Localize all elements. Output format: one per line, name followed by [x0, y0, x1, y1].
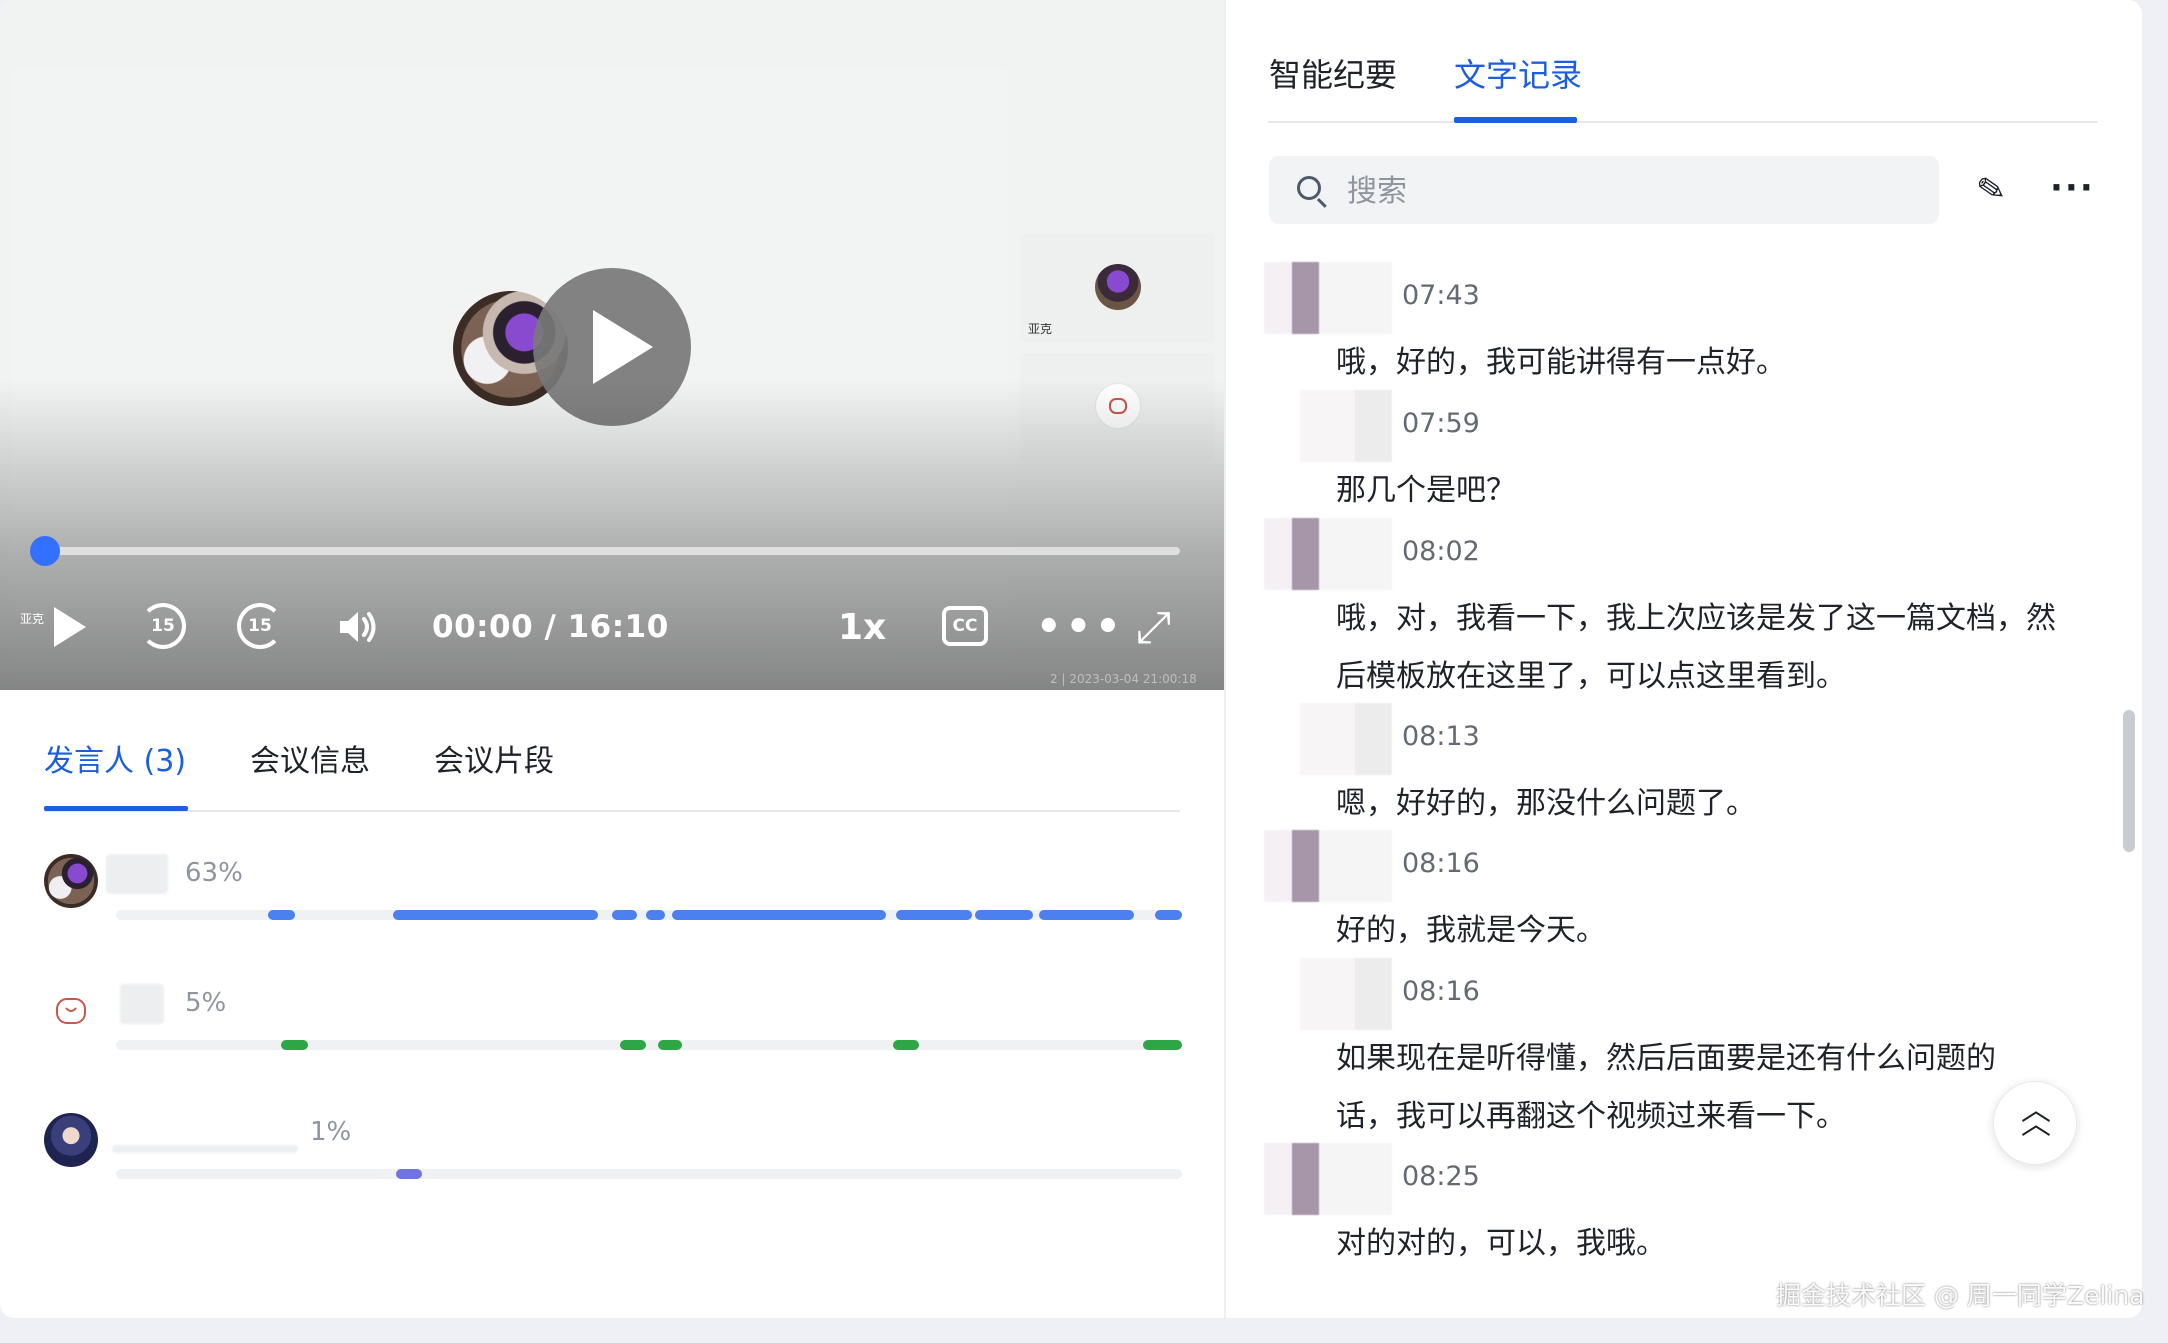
speaker-row[interactable]: 1% — [44, 1113, 1184, 1183]
entry-time[interactable]: 08:25 — [1402, 1161, 1480, 1192]
play-icon[interactable] — [48, 600, 92, 654]
entry-text: 哦，好的，我可能讲得有一点好。 — [1336, 345, 1786, 380]
more-horizontal-icon[interactable]: ··· — [2050, 168, 2094, 208]
progress-bar[interactable] — [44, 547, 1180, 555]
active-tab-indicator — [44, 806, 188, 811]
entry-text: 如果现在是听得懂，然后后面要是还有什么问题的话，我可以再翻这个视频过来看一下。 — [1336, 1041, 1996, 1134]
speaker-avatar-blurred — [1264, 518, 1392, 590]
speaker-avatar-blurred — [1300, 958, 1392, 1030]
entry-text: 嗯，好好的，那没什么问题了。 — [1336, 786, 1756, 821]
speaker-percentage: 1% — [310, 1117, 352, 1147]
more-icon[interactable]: ••• — [1036, 600, 1125, 654]
site-watermark: 掘金技术社区 @ 周一同学Zelina — [1776, 1281, 2145, 1310]
pencil-icon[interactable]: ✎ — [1971, 168, 2011, 212]
speaking-segment[interactable] — [396, 1169, 422, 1179]
speaking-segment[interactable] — [620, 1040, 646, 1050]
speaking-segment[interactable] — [645, 910, 665, 920]
rewind-15-icon[interactable]: 15 — [140, 603, 186, 649]
entry-text: 哦，对，我看一下，我上次应该是发了这一篇文档，然后模板放在这里了，可以点这里看到… — [1336, 601, 2056, 694]
speaking-segment[interactable] — [268, 910, 296, 920]
tab-transcript[interactable]: 文字记录 — [1454, 50, 1582, 96]
right-tab-divider — [1268, 121, 2098, 123]
speaking-segment[interactable] — [672, 910, 886, 920]
speaker-percentage: 5% — [185, 988, 227, 1018]
speaker-name-blurred — [120, 984, 164, 1024]
speaking-segment[interactable] — [611, 910, 638, 920]
back-to-top-button[interactable]: ︿ ︿ — [1993, 1081, 2077, 1165]
transcript-scrollbar[interactable] — [2123, 710, 2135, 852]
left-tab-bar: 发言人 (3) 会议信息 会议片段 — [44, 736, 1180, 812]
speaker-percentage: 63% — [185, 858, 243, 888]
entry-text: 那几个是吧？ — [1336, 473, 1516, 508]
speaking-segment[interactable] — [975, 910, 1033, 920]
pane-divider — [1224, 0, 1226, 1318]
speaking-segment[interactable] — [657, 1040, 683, 1050]
entry-time[interactable]: 08:16 — [1402, 848, 1480, 879]
playback-speed-button[interactable]: 1x — [838, 600, 886, 654]
speaker-avatar — [44, 1113, 98, 1167]
meeting-recording-page: 亚克 亚克 15 15 00:00 / 16:10 1x CC ••• ⤢ 2 … — [0, 0, 2142, 1318]
speaker-name-blurred — [106, 854, 168, 894]
speaker-timeline — [116, 910, 1182, 920]
entry-time[interactable]: 08:16 — [1402, 976, 1480, 1007]
speaker-timeline — [116, 1040, 1182, 1050]
speaking-segment[interactable] — [281, 1040, 308, 1050]
search-input[interactable] — [1345, 156, 1909, 226]
captions-button[interactable]: CC — [942, 606, 988, 646]
tab-smart-summary[interactable]: 智能纪要 — [1269, 50, 1397, 96]
tab-meeting-clips[interactable]: 会议片段 — [434, 736, 554, 780]
entry-text: 对的对的，可以，我哦。 — [1336, 1226, 1666, 1261]
speaking-segment[interactable] — [1155, 910, 1182, 920]
speaker-corner-label: 亚克 — [20, 612, 45, 626]
tab-meeting-info[interactable]: 会议信息 — [250, 736, 370, 780]
entry-text: 好的，我就是今天。 — [1336, 913, 1606, 948]
speaker-row[interactable]: 5% — [44, 984, 1184, 1054]
speaker-avatar-blurred — [1300, 703, 1392, 775]
fullscreen-icon[interactable]: ⤢ — [1136, 600, 1171, 654]
controls-gradient — [0, 0, 1224, 690]
speaking-segment[interactable] — [1039, 910, 1134, 920]
speaker-timeline — [116, 1169, 1182, 1179]
video-watermark: 2 | 2023-03-04 21:00:18 — [1050, 672, 1197, 686]
speaker-avatar — [44, 984, 98, 1038]
search-box[interactable] — [1269, 156, 1939, 226]
entry-time[interactable]: 07:43 — [1402, 280, 1480, 311]
speaking-segment[interactable] — [393, 910, 598, 920]
entry-time[interactable]: 08:02 — [1402, 536, 1480, 567]
entry-time[interactable]: 08:13 — [1402, 721, 1480, 752]
speaker-name-blurred — [112, 1145, 298, 1153]
speaking-segment[interactable] — [896, 910, 972, 920]
chevrons-up-icon: ︿ ︿ — [2021, 1093, 2051, 1142]
speaker-avatar-blurred — [1300, 390, 1392, 462]
progress-handle[interactable] — [30, 536, 60, 566]
speaker-avatar-blurred — [1264, 1143, 1392, 1215]
active-tab-indicator — [1454, 117, 1577, 123]
speaker-avatar-blurred — [1264, 262, 1392, 334]
tab-speakers[interactable]: 发言人 (3) — [44, 736, 186, 780]
video-player[interactable]: 亚克 亚克 15 15 00:00 / 16:10 1x CC ••• ⤢ 2 … — [0, 0, 1224, 690]
speaker-avatar-blurred — [1264, 830, 1392, 902]
playback-time: 00:00 / 16:10 — [432, 609, 669, 645]
speaker-row[interactable]: 63% — [44, 854, 1184, 924]
volume-icon[interactable] — [334, 600, 382, 654]
speaker-avatar — [44, 854, 98, 908]
search-icon — [1297, 176, 1321, 200]
speaking-segment[interactable] — [893, 1040, 919, 1050]
forward-15-icon[interactable]: 15 — [237, 603, 283, 649]
entry-time[interactable]: 07:59 — [1402, 408, 1480, 439]
speaking-segment[interactable] — [1142, 1040, 1182, 1050]
